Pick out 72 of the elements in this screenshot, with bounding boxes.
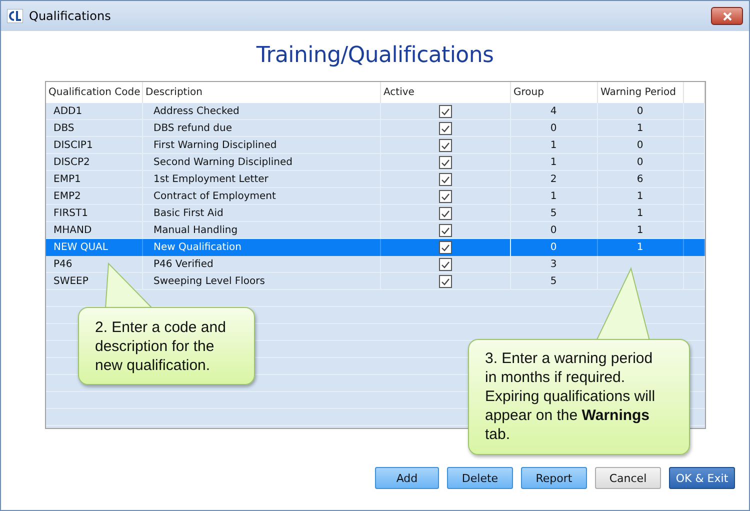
active-checkbox[interactable] — [438, 241, 452, 254]
active-checkbox[interactable] — [438, 275, 452, 288]
table-cell: 1 — [510, 137, 598, 154]
callout-text: 3. Enter a warning period in months if required. Expiring qualifications will appear on the Warnings tab. — [485, 349, 656, 444]
table-row[interactable]: NEW QUAL New Qualification 0 1 — [46, 239, 704, 256]
table-cell: 2 — [510, 171, 598, 188]
column-header[interactable]: Group — [510, 82, 598, 103]
table-cell: Contract of Employment — [142, 188, 380, 205]
dialog-button[interactable]: Cancel — [595, 467, 661, 489]
active-checkbox[interactable] — [438, 105, 452, 118]
callout-text: 2. Enter a code and description for the new qualification. — [95, 318, 227, 375]
table-cell: 1st Employment Letter — [142, 171, 380, 188]
table-cell: 1 — [510, 154, 598, 171]
active-checkbox[interactable] — [438, 190, 452, 203]
table-cell: 0 — [598, 154, 684, 171]
table-cell: Second Warning Disciplined — [142, 154, 380, 171]
table-cell: 1 — [598, 120, 684, 137]
active-checkbox[interactable] — [438, 207, 452, 220]
table-cell: EMP1 — [46, 171, 142, 188]
table-cell: New Qualification — [142, 239, 380, 256]
close-icon — [722, 12, 732, 20]
table-cell: 4 — [510, 103, 598, 120]
active-checkbox[interactable] — [438, 173, 452, 186]
column-header[interactable]: Description — [142, 82, 380, 103]
close-button[interactable] — [711, 7, 743, 25]
table-cell: 1 — [598, 188, 684, 205]
table-cell: 5 — [510, 273, 598, 290]
table-cell: P46 Verified — [142, 256, 380, 273]
page-heading: Training/Qualifications — [256, 43, 494, 68]
table-cell: NEW QUAL — [46, 239, 142, 256]
table-cell: 6 — [598, 171, 684, 188]
table-row[interactable]: EMP2 Contract of Employment 1 1 — [46, 188, 704, 205]
table-cell: 1 — [598, 205, 684, 222]
table-cell: 1 — [510, 188, 598, 205]
table-cell: Sweeping Level Floors — [142, 273, 380, 290]
table-cell: First Warning Disciplined — [142, 137, 380, 154]
active-checkbox[interactable] — [438, 258, 452, 271]
app-logo-icon — [7, 9, 23, 23]
active-checkbox[interactable] — [438, 156, 452, 169]
active-checkbox[interactable] — [438, 122, 452, 135]
table-cell: Address Checked — [142, 103, 380, 120]
table-cell: 0 — [598, 137, 684, 154]
table-row[interactable]: DISCIP1 First Warning Disciplined 1 0 — [46, 137, 704, 154]
column-header[interactable]: Qualification Code — [46, 82, 142, 103]
column-header[interactable]: Active — [380, 82, 510, 103]
table-cell: DISCIP1 — [46, 137, 142, 154]
table-cell: 0 — [510, 120, 598, 137]
table-cell: 0 — [510, 239, 598, 256]
table-cell: 5 — [510, 205, 598, 222]
table-cell: 0 — [598, 103, 684, 120]
table-cell: 1 — [598, 239, 684, 256]
table-row[interactable]: FIRST1 Basic First Aid 5 1 — [46, 205, 704, 222]
table-cell: 3 — [510, 256, 598, 273]
active-checkbox[interactable] — [438, 224, 452, 237]
dialog-button[interactable]: Delete — [447, 467, 513, 489]
table-cell: DBS refund due — [142, 120, 380, 137]
table-row[interactable]: EMP1 1st Employment Letter 2 6 — [46, 171, 704, 188]
column-header[interactable]: Warning Period — [598, 82, 684, 103]
table-row[interactable]: DBS DBS refund due 0 1 — [46, 120, 704, 137]
dialog-button[interactable]: Report — [521, 467, 587, 489]
table-cell: DISCP2 — [46, 154, 142, 171]
table-cell: ADD1 — [46, 103, 142, 120]
table-cell: DBS — [46, 120, 142, 137]
table-cell: EMP2 — [46, 188, 142, 205]
active-checkbox[interactable] — [438, 139, 452, 152]
table-row[interactable]: DISCP2 Second Warning Disciplined 1 0 — [46, 154, 704, 171]
table-cell: FIRST1 — [46, 205, 142, 222]
window-title: Qualifications — [29, 9, 111, 23]
dialog-button[interactable]: OK & Exit — [669, 467, 735, 489]
table-row[interactable]: ADD1 Address Checked 4 0 — [46, 103, 704, 120]
table-cell: Basic First Aid — [142, 205, 380, 222]
dialog-button[interactable]: Add — [375, 467, 439, 489]
